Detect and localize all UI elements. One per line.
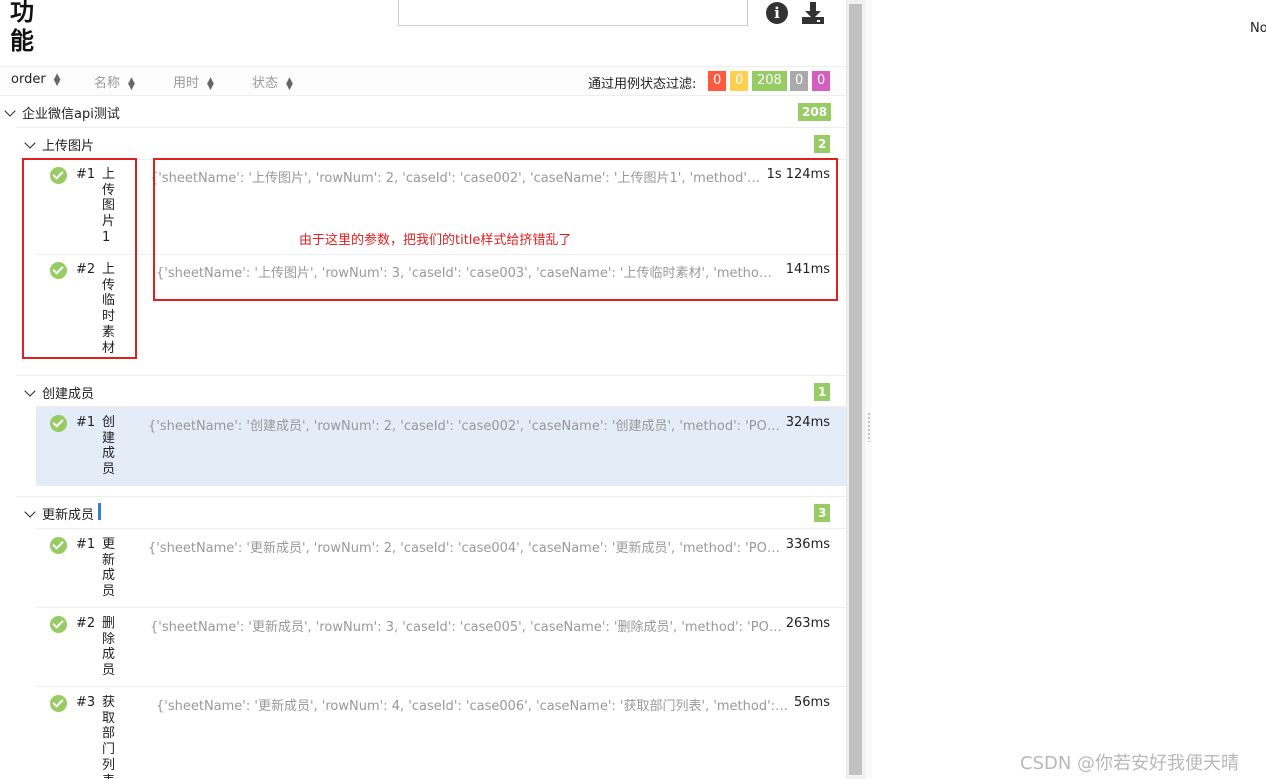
highlight-box-names <box>22 158 137 359</box>
chevron-down-icon <box>24 385 36 397</box>
test-tree-pane: 功能 i order ▲ ▼ 名称 ▲ ▼ 用时 ▲ ▼ 状态 ▲ ▼ 通过用例状态过滤: 0 … <box>0 0 846 779</box>
annotation-text: 由于这里的参数，把我们的title样式给挤错乱了 <box>299 233 572 248</box>
chevron-down-icon <box>4 105 16 117</box>
test-case-row[interactable]: #3 获取部门列表 {'sheetName': '更新成员', 'rowNum'… <box>36 687 846 779</box>
case-duration: 324ms <box>785 415 830 430</box>
case-number: #3 <box>76 695 96 710</box>
filter-skipped-badge[interactable]: 0 <box>790 71 809 91</box>
group-count-badge: 2 <box>814 135 831 153</box>
case-name: 获取部门列表 <box>102 695 116 779</box>
case-name: 创建成员 <box>102 415 116 478</box>
divider <box>16 496 846 497</box>
sort-duration-label: 用时 <box>173 76 200 91</box>
test-case-row-selected[interactable]: #1 创建成员 {'sheetName': '创建成员', 'rowNum': … <box>36 407 846 486</box>
info-icon[interactable]: i <box>766 2 788 24</box>
case-name: 删除成员 <box>102 616 116 679</box>
passed-check-icon <box>50 695 67 712</box>
case-params: {'sheetName': '更新成员', 'rowNum': 2, 'case… <box>148 541 784 556</box>
group-count-badge: 1 <box>814 383 831 401</box>
sort-arrows-icon: ▲ ▼ <box>286 75 293 92</box>
right-pane-text: No <box>1250 21 1266 36</box>
test-case-row[interactable]: #1 更新成员 {'sheetName': '更新成员', 'rowNum': … <box>36 529 846 607</box>
sort-order[interactable]: order ▲ ▼ <box>11 72 61 87</box>
chevron-down-icon <box>24 506 36 518</box>
sort-arrows-icon: ▲ ▼ <box>207 75 214 92</box>
case-name: 更新成员 <box>102 537 116 600</box>
case-number: #2 <box>76 616 96 631</box>
sort-name[interactable]: 名称 ▲ ▼ <box>94 72 135 91</box>
group-count-badge: 3 <box>814 504 831 522</box>
sort-duration[interactable]: 用时 ▲ ▼ <box>173 72 214 91</box>
suite-node[interactable]: 企业微信api测试 <box>4 103 120 122</box>
page-title: 功能 <box>10 0 34 55</box>
filter-unknown-badge[interactable]: 0 <box>812 71 831 91</box>
filter-passed-badge[interactable]: 208 <box>752 71 787 91</box>
case-duration: 263ms <box>785 616 830 631</box>
passed-check-icon <box>50 415 67 432</box>
filter-broken-badge[interactable]: 0 <box>730 71 749 91</box>
group-name: 上传图片 <box>42 139 95 154</box>
chevron-down-icon <box>24 137 36 149</box>
group-name: 创建成员 <box>42 387 95 402</box>
sort-status[interactable]: 状态 ▲ ▼ <box>252 72 293 91</box>
group-name: 更新成员 <box>42 508 95 523</box>
group-node[interactable]: 创建成员 <box>24 383 95 402</box>
case-params: {'sheetName': '创建成员', 'rowNum': 2, 'case… <box>148 419 784 434</box>
test-case-row[interactable]: #2 删除成员 {'sheetName': '更新成员', 'rowNum': … <box>36 608 846 686</box>
sort-name-label: 名称 <box>94 76 121 91</box>
group-node[interactable]: 更新成员 <box>24 504 95 523</box>
search-input[interactable] <box>398 0 748 26</box>
watermark: CSDN @你若安好我便天晴 <box>1020 753 1240 774</box>
vertical-scrollbar[interactable] <box>846 0 864 779</box>
pane-splitter[interactable] <box>864 0 872 779</box>
sort-arrows-icon: ▲ ▼ <box>128 75 135 92</box>
scrollbar-thumb[interactable] <box>849 4 862 775</box>
filter-failed-badge[interactable]: 0 <box>708 71 727 91</box>
suite-name: 企业微信api测试 <box>22 107 120 122</box>
case-params: {'sheetName': '更新成员', 'rowNum': 4, 'case… <box>156 699 790 714</box>
case-params: {'sheetName': '更新成员', 'rowNum': 3, 'case… <box>150 620 790 635</box>
sort-order-label: order <box>11 72 46 87</box>
download-icon[interactable] <box>800 0 826 26</box>
passed-check-icon <box>50 616 67 633</box>
case-number: #1 <box>76 537 96 552</box>
group-node[interactable]: 上传图片 <box>24 135 95 154</box>
case-duration: 336ms <box>785 537 830 552</box>
case-duration: 56ms <box>794 695 830 710</box>
text-cursor <box>98 503 101 520</box>
sort-arrows-icon: ▲ ▼ <box>53 71 61 88</box>
drag-handle-icon[interactable] <box>867 412 871 442</box>
case-number: #1 <box>76 415 96 430</box>
divider <box>16 375 846 376</box>
sort-filter-toolbar: order ▲ ▼ 名称 ▲ ▼ 用时 ▲ ▼ 状态 ▲ ▼ 通过用例状态过滤: 0 0 208… <box>0 66 846 96</box>
passed-check-icon <box>50 537 67 554</box>
sort-status-label: 状态 <box>252 76 279 91</box>
status-filter-label: 通过用例状态过滤: <box>588 77 697 92</box>
divider <box>16 127 846 128</box>
suite-count-badge: 208 <box>798 103 832 121</box>
